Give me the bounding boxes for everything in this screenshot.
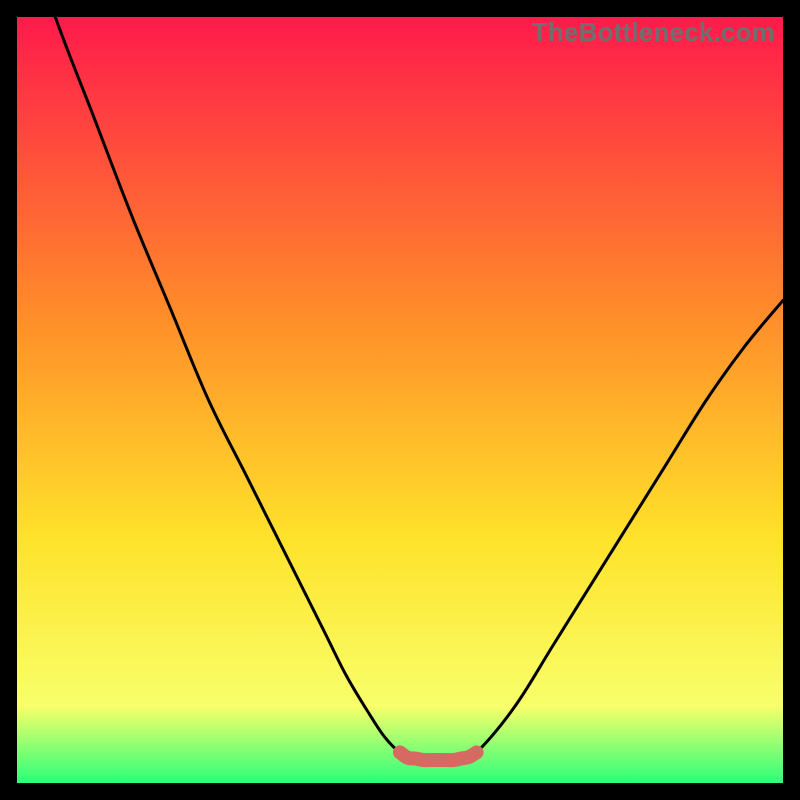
- gradient-background: [17, 17, 783, 783]
- optimal-range-marker: [400, 752, 477, 760]
- chart-frame: TheBottleneck.com: [17, 17, 783, 783]
- chart-svg: [17, 17, 783, 783]
- watermark-text: TheBottleneck.com: [532, 17, 775, 48]
